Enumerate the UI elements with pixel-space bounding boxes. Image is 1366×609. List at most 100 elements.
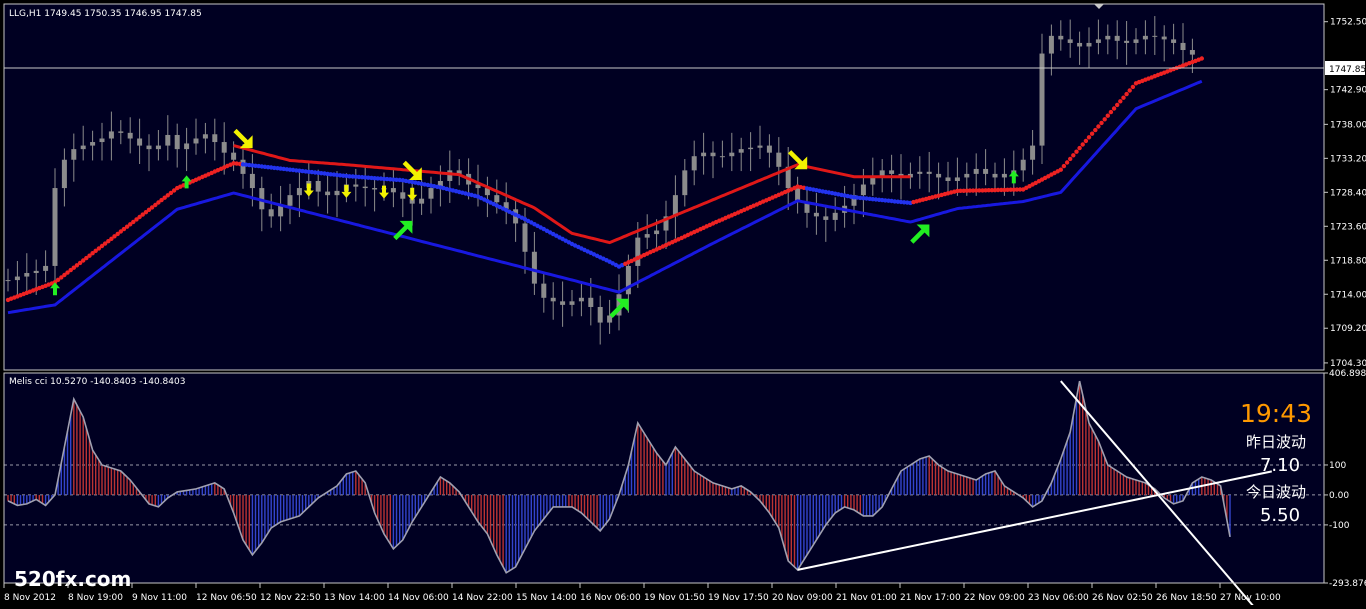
candle-body [99, 138, 105, 143]
candle-body [926, 171, 932, 174]
watermark: 520fx.com [14, 567, 131, 591]
today-volatility-label: 今日波动 [1246, 483, 1306, 501]
band-dot [1080, 142, 1085, 147]
candle-body [766, 145, 772, 153]
time-tick-label: 15 Nov 14:00 [516, 593, 577, 603]
candle-body [973, 168, 979, 174]
candle-body [954, 177, 960, 181]
candle-body [71, 149, 77, 160]
band-dot [1071, 153, 1076, 158]
band-dot [1124, 91, 1129, 97]
time-tick-label: 23 Nov 06:00 [1028, 593, 1089, 603]
band-dot [1061, 163, 1067, 169]
candle-body [531, 251, 537, 284]
candle-body [889, 170, 895, 174]
candle-body [1124, 40, 1130, 43]
band-dot [1199, 56, 1205, 61]
cci-y-tick-label: 406.8986 [1329, 369, 1366, 379]
candle-body [1152, 35, 1158, 37]
candle-body [917, 171, 923, 174]
candle-body [1086, 42, 1092, 47]
candle-body [1067, 39, 1073, 43]
time-tick-label: 21 Nov 17:00 [900, 593, 961, 603]
candle-body [550, 297, 556, 302]
candle-body [560, 301, 566, 305]
band-dot [1102, 117, 1107, 122]
candle-body [287, 195, 293, 206]
candle-body [155, 145, 161, 150]
candle-body [296, 188, 302, 196]
candle-body [400, 192, 406, 199]
candle-body [5, 280, 11, 282]
time-tick-label: 8 Nov 19:00 [68, 593, 123, 603]
candle-body [983, 168, 989, 174]
prev-volatility-value: 7.10 [1260, 455, 1300, 476]
candle-body [1161, 36, 1167, 40]
candle-body [118, 131, 124, 133]
candle-body [1180, 42, 1186, 51]
candle-body [24, 273, 30, 277]
candle-body [625, 265, 631, 295]
candle-body [334, 190, 340, 196]
candle-body [729, 152, 735, 157]
time-tick-label: 21 Nov 01:00 [836, 593, 897, 603]
candle-body [588, 297, 594, 307]
band-dot [1096, 124, 1101, 129]
candle-body [597, 306, 603, 323]
candle-body [1030, 145, 1036, 160]
time-tick-label: 26 Nov 02:50 [1092, 593, 1153, 603]
band-dot [1118, 99, 1123, 104]
candle-body [992, 173, 998, 178]
candle-body [61, 159, 67, 189]
candle-body [569, 301, 575, 305]
band-dot [1105, 113, 1111, 118]
candle-body [823, 216, 829, 220]
band-dot [1089, 131, 1095, 136]
candle-body [193, 138, 199, 144]
candle-body [184, 143, 190, 150]
trading-chart: 1752.50 1742.90 1738.00 1733.20 1728.40 1723.… [0, 0, 1366, 609]
time-tick-label: 9 Nov 11:00 [132, 593, 187, 603]
time-tick-label: 14 Nov 06:00 [388, 593, 449, 603]
price-header: LLG,H1 1749.45 1750.35 1746.95 1747.85 [9, 9, 202, 19]
candle-body [541, 283, 547, 298]
band-dot [1108, 109, 1114, 115]
time-tick-label: 20 Nov 09:00 [772, 593, 833, 603]
band-dot [1068, 156, 1073, 162]
price-y-tick-label: 1728.40 [1330, 188, 1366, 198]
candle-body [108, 131, 114, 139]
band-dot [1115, 102, 1120, 108]
candle-body [240, 159, 246, 174]
candle-body [522, 223, 528, 252]
band-dot [1083, 138, 1089, 144]
time-tick-label: 26 Nov 18:50 [1156, 593, 1217, 603]
time-tick-label: 14 Nov 22:00 [452, 593, 513, 603]
price-y-tick-label: 1723.60 [1330, 222, 1366, 232]
candle-body [221, 142, 227, 153]
candle-body [710, 152, 716, 157]
candle-body [127, 132, 133, 139]
time-tick-label: 12 Nov 06:50 [196, 593, 257, 603]
candle-body [832, 212, 838, 220]
candle-body [372, 188, 378, 190]
candle-body [315, 180, 321, 192]
cci-pane: 406.8986 100 0.00 -100 -293.876 Melis cci 10… [3, 369, 1366, 609]
candle-body [43, 265, 49, 271]
candle-body [212, 134, 218, 143]
price-y-tick-label: 1709.20 [1330, 324, 1366, 334]
candle-body [1171, 39, 1177, 43]
cci-y-tick-label: 0.00 [1329, 491, 1349, 501]
price-pane: 1752.50 1742.90 1738.00 1733.20 1728.40 1723.… [3, 3, 1366, 371]
candle-body [945, 177, 951, 181]
price-y-tick-label: 1733.20 [1330, 154, 1366, 164]
candle-body [80, 145, 86, 150]
price-y-tick-label: 1752.50 [1330, 18, 1366, 28]
time-tick-label: 22 Nov 09:00 [964, 593, 1025, 603]
band-dot [1127, 88, 1132, 93]
candle-body [1189, 50, 1195, 55]
price-y-tick-label: 1718.80 [1330, 256, 1366, 266]
candle-body [635, 237, 641, 266]
candle-body [494, 195, 500, 203]
band-dot [1077, 145, 1082, 151]
price-y-tick-label: 1704.30 [1330, 359, 1366, 369]
